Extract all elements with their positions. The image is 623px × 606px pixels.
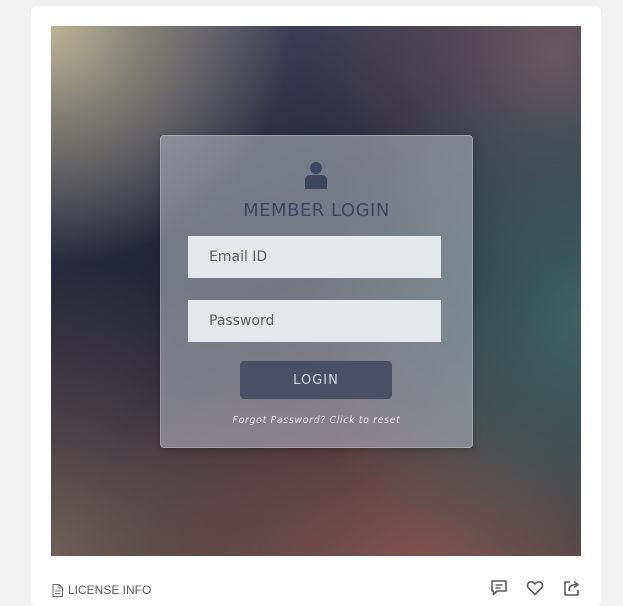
share-icon[interactable] — [563, 579, 581, 597]
document-icon — [52, 583, 63, 597]
template-preview-image[interactable]: MEMBER LOGIN LOGIN Forgot Password? Clic… — [51, 26, 581, 556]
login-panel: MEMBER LOGIN LOGIN Forgot Password? Clic… — [160, 135, 473, 448]
heart-icon[interactable] — [526, 579, 544, 597]
license-info-label: LICENSE INFO — [68, 583, 152, 597]
comment-icon[interactable] — [490, 579, 508, 597]
password-field[interactable] — [188, 300, 441, 342]
email-field[interactable] — [188, 236, 441, 278]
license-info-link[interactable]: LICENSE INFO — [52, 582, 151, 598]
forgot-password-link[interactable]: Forgot Password? Click to reset — [161, 415, 472, 426]
user-icon — [305, 162, 327, 189]
panel-title: MEMBER LOGIN — [243, 200, 390, 221]
login-button[interactable]: LOGIN — [240, 361, 392, 399]
